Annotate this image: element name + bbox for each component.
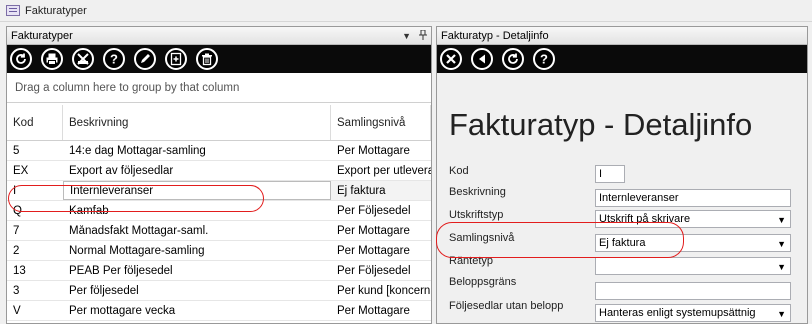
cell-beskrivning: Normal Mottagare-samling (69, 244, 205, 257)
left-pane-header: Fakturatyper ▼ (7, 27, 431, 45)
chevron-down-icon[interactable]: ▼ (777, 239, 786, 249)
table-row[interactable]: Q Kamfab Per Följesedel (7, 201, 431, 221)
field-label-samlingsniva: Samlingsnivå (449, 232, 515, 244)
cell-samlingsniva: Per kund [koncernbolag] (337, 284, 431, 297)
rantetyp-select[interactable]: ▼ (595, 257, 791, 275)
samlingsniva-value: Ej faktura (599, 237, 646, 249)
invoice-types-grid: Kod Beskrivning Samlingsnivå 5 14:e dag M… (7, 105, 431, 321)
utskriftstyp-select[interactable]: Utskrift på skrivare ▼ (595, 210, 791, 228)
column-header-beskrivning[interactable]: Beskrivning (63, 105, 331, 140)
cell-beskrivning: PEAB Per följesedel (69, 264, 173, 277)
svg-text:?: ? (110, 52, 118, 66)
cell-beskrivning: Kamfab (69, 204, 109, 217)
cell-kod: 7 (13, 224, 20, 237)
cell-kod: 2 (13, 244, 20, 257)
cell-samlingsniva: Per Mottagare (337, 304, 410, 317)
utskriftstyp-value: Utskrift på skrivare (599, 213, 691, 225)
group-by-area[interactable]: Drag a column here to group by that colu… (7, 73, 431, 103)
chevron-down-icon[interactable]: ▼ (777, 262, 786, 272)
cell-beskrivning: 14:e dag Mottagar-samling (69, 144, 206, 157)
right-pane-header: Fakturatyp - Detaljinfo (437, 27, 807, 45)
foljesedlar-select[interactable]: Hanteras enligt systemupsättnig ▼ (595, 304, 791, 322)
cell-samlingsniva: Per Mottagare (337, 144, 410, 157)
svg-text:?: ? (540, 52, 548, 66)
delete-icon[interactable] (196, 48, 218, 70)
cell-kod: EX (13, 164, 29, 177)
kod-field[interactable]: I (595, 165, 625, 183)
field-label-utskriftstyp: Utskriftstyp (449, 209, 504, 221)
right-toolbar: ? (437, 45, 807, 73)
refresh-icon[interactable] (502, 48, 524, 70)
add-icon[interactable] (165, 48, 187, 70)
table-row[interactable]: EX Export av följesedlar Export per utleve… (7, 161, 431, 181)
window-titlebar: Fakturatyper (0, 0, 812, 22)
cell-samlingsniva: Export per utleverans (337, 164, 431, 177)
table-row[interactable]: 7 Månadsfakt Mottagar-saml. Per Mottagare (7, 221, 431, 241)
beloppsgrans-field[interactable] (595, 282, 791, 300)
invoice-types-pane: Fakturatyper ▼ ? Drag a column here to g… (6, 26, 432, 324)
edit-icon[interactable] (134, 48, 156, 70)
invoice-type-detail-pane: Fakturatyp - Detaljinfo ? Fakturatyp - D… (436, 26, 808, 324)
cell-samlingsniva: Per Mottagare (337, 244, 410, 257)
cell-kod: 3 (13, 284, 20, 297)
right-pane-title: Fakturatyp - Detaljinfo (441, 29, 549, 42)
field-label-kod: Kod (449, 165, 469, 177)
help-icon[interactable]: ? (103, 48, 125, 70)
table-row[interactable]: 5 14:e dag Mottagar-samling Per Mottagare (7, 141, 431, 161)
column-header-samlingsniva[interactable]: Samlingsnivå (331, 105, 431, 140)
cell-samlingsniva: Per Följesedel (337, 204, 411, 217)
print-icon[interactable] (41, 48, 63, 70)
cell-kod: 5 (13, 144, 20, 157)
field-label-rantetyp: Räntetyp (449, 255, 494, 267)
cell-beskrivning: Export av följesedlar (69, 164, 174, 177)
table-row[interactable]: 13 PEAB Per följesedel Per Följesedel (7, 261, 431, 281)
close-icon[interactable] (440, 48, 462, 70)
chevron-down-icon[interactable]: ▼ (777, 215, 786, 225)
cell-kod: V (13, 304, 21, 317)
cell-samlingsniva: Per Följesedel (337, 264, 411, 277)
table-row-selected[interactable]: I Internleveranser Ej faktura (7, 181, 431, 201)
table-row[interactable]: V Per mottagare vecka Per Mottagare (7, 301, 431, 321)
help-icon[interactable]: ? (533, 48, 555, 70)
samlingsniva-select[interactable]: Ej faktura ▼ (595, 234, 791, 252)
beskrivning-field[interactable]: Internleveranser (595, 189, 791, 207)
cell-beskrivning: Internleveranser (63, 181, 331, 200)
chevron-down-icon[interactable]: ▼ (777, 309, 786, 319)
detail-heading: Fakturatyp - Detaljinfo (449, 107, 753, 142)
column-header-kod[interactable]: Kod (7, 105, 63, 140)
left-pane-title: Fakturatyper (11, 29, 73, 42)
back-icon[interactable] (471, 48, 493, 70)
field-label-beloppsgrans: Beloppsgräns (449, 276, 517, 288)
refresh-icon[interactable] (10, 48, 32, 70)
cell-kod: I (13, 184, 17, 197)
table-row[interactable]: 3 Per följesedel Per kund [koncernbolag] (7, 281, 431, 301)
cell-samlingsniva: Ej faktura (331, 181, 431, 200)
cell-samlingsniva: Per Mottagare (337, 224, 410, 237)
grid-header: Kod Beskrivning Samlingsnivå (7, 105, 431, 141)
pin-icon[interactable] (419, 29, 427, 42)
field-label-foljesedlar: Följesedlar utan belopp (449, 300, 564, 312)
cell-kod: 13 (13, 264, 26, 277)
field-label-beskrivning: Beskrivning (449, 186, 506, 198)
pane-menu-chevron-icon[interactable]: ▼ (402, 31, 411, 41)
window-title: Fakturatyper (25, 4, 87, 17)
table-row[interactable]: 2 Normal Mottagare-samling Per Mottagare (7, 241, 431, 261)
cell-beskrivning: Månadsfakt Mottagar-saml. (69, 224, 209, 237)
cell-beskrivning: Per följesedel (69, 284, 139, 297)
form-icon (6, 5, 20, 16)
foljesedlar-value: Hanteras enligt systemupsättnig (599, 307, 756, 319)
cell-beskrivning: Per mottagare vecka (69, 304, 176, 317)
left-toolbar: ? (7, 45, 431, 73)
excel-icon[interactable] (72, 48, 94, 70)
cell-kod: Q (13, 204, 22, 217)
